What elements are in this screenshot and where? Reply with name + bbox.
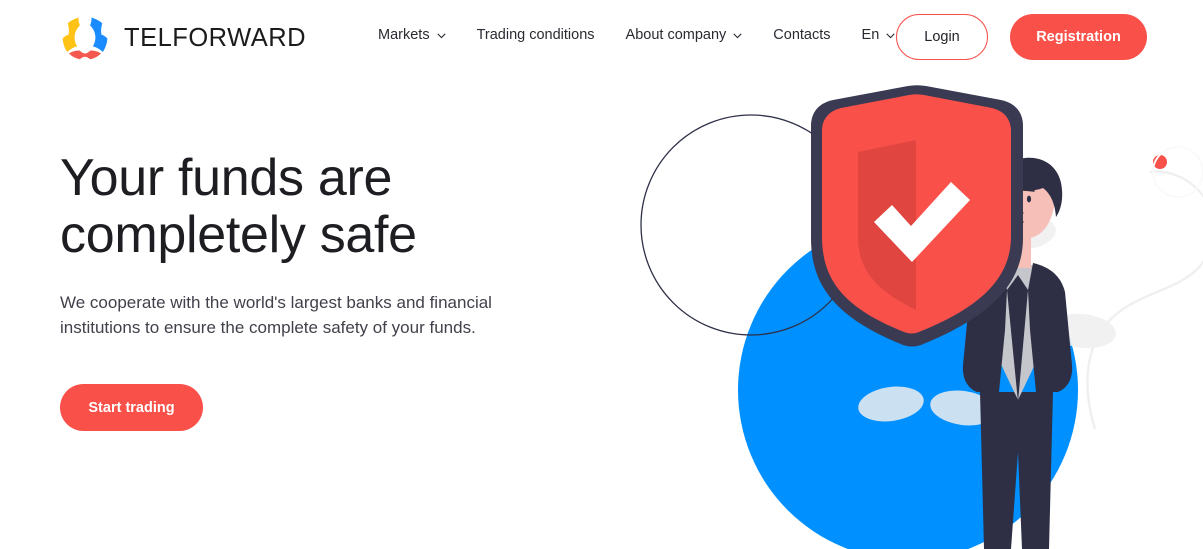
landing-page: TELFORWARD Markets Trading conditions Ab… [0,0,1203,549]
start-trading-button[interactable]: Start trading [60,384,203,431]
nav-item-markets[interactable]: Markets [378,27,446,43]
hero-illustration [640,85,1203,549]
brand-logo[interactable]: TELFORWARD [60,12,306,64]
nav-item-language[interactable]: En [862,27,896,43]
nav-label-about-company: About company [625,27,727,43]
leaf-vine-decoration [858,170,1203,430]
chevron-down-icon [886,33,895,39]
blue-circle-decoration [738,220,1078,549]
nav-item-about-company[interactable]: About company [626,27,743,43]
nav-item-contacts[interactable]: Contacts [773,27,830,43]
red-dot-decoration [1153,155,1167,169]
nav-label-trading-conditions: Trading conditions [476,27,595,43]
telforward-logo-icon [62,17,108,60]
hero-title: Your funds are completely safe [60,149,417,264]
nav-label-markets: Markets [378,27,430,43]
brand-name: TELFORWARD [124,23,307,52]
chevron-down-icon [437,33,446,39]
nav-item-trading-conditions[interactable]: Trading conditions [477,27,595,43]
shield-check-icon [811,85,1023,347]
hero-content: Your funds are completely safe We cooper… [60,150,620,431]
auth-actions: Login Registration [896,14,1147,60]
nav-label-language: En [861,27,880,43]
registration-button[interactable]: Registration [1010,14,1147,60]
faint-circle-decoration [1152,146,1203,198]
outline-circle-decoration [640,114,862,336]
hero-subtitle: We cooperate with the world's largest ba… [60,293,492,337]
main-navigation: Markets Trading conditions About company… [378,27,895,43]
nav-label-contacts: Contacts [773,27,831,43]
site-header: TELFORWARD Markets Trading conditions Ab… [0,0,1203,76]
businessman-figure [962,157,1073,549]
chevron-down-icon [733,33,742,39]
login-button[interactable]: Login [896,14,988,60]
